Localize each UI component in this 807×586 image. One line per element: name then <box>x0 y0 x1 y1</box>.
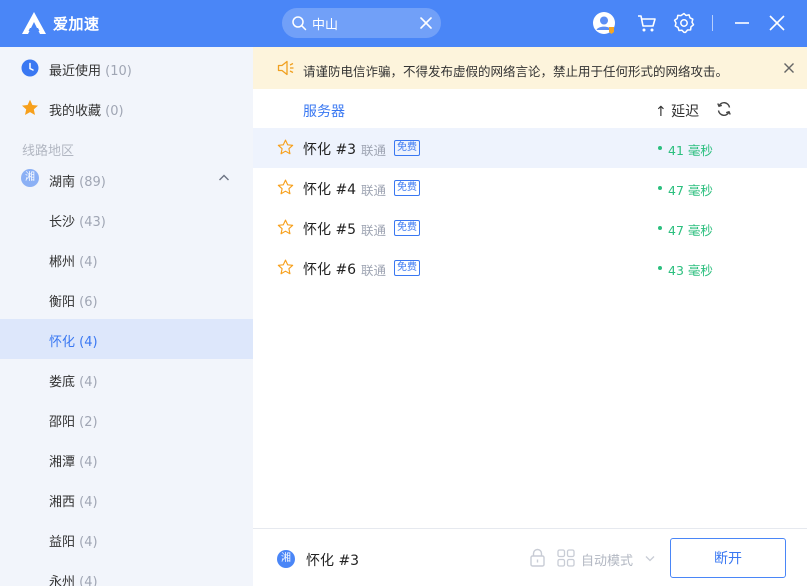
server-latency: 47 毫秒 <box>668 223 713 238</box>
latency-dot <box>658 146 662 150</box>
star-filled-icon <box>22 99 38 115</box>
server-isp: 联通 <box>361 223 387 238</box>
server-name: 怀化 #4 <box>303 182 357 198</box>
app-title: 爱加速 <box>53 15 100 33</box>
minimize-icon[interactable] <box>730 11 754 35</box>
star-outline-icon[interactable] <box>277 139 294 156</box>
gear-icon[interactable] <box>672 11 696 35</box>
free-tag: 免费 <box>394 140 420 156</box>
latency-dot <box>658 266 662 270</box>
lock-icon[interactable] <box>529 548 546 567</box>
star-outline-icon[interactable] <box>277 219 294 236</box>
disconnect-button[interactable]: 断开 <box>670 538 786 578</box>
column-header-server[interactable]: 服务器 <box>303 101 345 121</box>
app-window: 爱加速 中山 最近使用 (10) 我的收藏 (0) 线路地区 湘 湖南 (89)… <box>0 0 807 586</box>
sidebar-item-recent[interactable]: 最近使用 (10) <box>0 48 253 88</box>
free-tag: 免费 <box>394 180 420 196</box>
server-name: 怀化 #3 <box>303 142 357 158</box>
sidebar-item-city[interactable]: 益阳 (4) <box>0 519 253 559</box>
sidebar-item-region-hunan[interactable]: 湘 湖南 (89) <box>0 159 253 199</box>
free-tag: 免费 <box>394 260 420 276</box>
sidebar-item-city[interactable]: 长沙 (43) <box>0 199 253 239</box>
server-row[interactable]: 怀化 #3 联通 免费 41 毫秒 <box>253 128 807 168</box>
sidebar-item-city[interactable]: 娄底 (4) <box>0 359 253 399</box>
cart-icon[interactable] <box>635 11 659 35</box>
clock-icon <box>21 59 39 77</box>
sidebar-item-city[interactable]: 邵阳 (2) <box>0 399 253 439</box>
column-header-latency[interactable]: ↑ 延迟 <box>655 101 699 121</box>
sidebar-item-city[interactable]: 永州 (4) <box>0 559 253 586</box>
sidebar-item-label: 永州 (4) <box>49 575 98 586</box>
refresh-icon[interactable] <box>716 101 732 117</box>
server-row[interactable]: 怀化 #4 联通 免费 47 毫秒 <box>253 168 807 208</box>
chevron-down-icon[interactable] <box>645 555 655 562</box>
sidebar-item-city-selected[interactable]: 怀化 (4) <box>0 319 253 359</box>
star-outline-icon[interactable] <box>277 259 294 276</box>
sidebar-item-label: 娄底 (4) <box>49 375 98 390</box>
speaker-icon <box>277 60 294 76</box>
search-input[interactable] <box>312 12 412 34</box>
grid-mode-icon <box>557 549 575 567</box>
server-isp: 联通 <box>361 143 387 158</box>
sidebar-item-label: 我的收藏 (0) <box>49 104 124 119</box>
sidebar-item-label: 邵阳 (2) <box>49 415 98 430</box>
sidebar-item-label: 湘潭 (4) <box>49 455 98 470</box>
clear-search-icon[interactable] <box>419 16 433 30</box>
titlebar-separator <box>712 15 713 31</box>
notice-text: 请谨防电信诈骗，不得发布虚假的网络言论，禁止用于任何形式的网络攻击。 <box>303 64 729 79</box>
latency-dot <box>658 226 662 230</box>
server-name: 怀化 #5 <box>303 222 357 238</box>
chevron-up-icon[interactable] <box>218 173 230 183</box>
sidebar-item-label: 最近使用 (10) <box>49 64 132 79</box>
close-icon[interactable] <box>765 11 789 35</box>
search-icon <box>292 16 307 31</box>
close-notice-icon[interactable] <box>783 62 795 74</box>
user-avatar-icon[interactable] <box>592 11 616 35</box>
region-badge: 湘 <box>21 169 39 187</box>
mode-select[interactable]: 自动模式 <box>581 550 633 569</box>
sidebar-item-city[interactable]: 衡阳 (6) <box>0 279 253 319</box>
sidebar-item-label: 郴州 (4) <box>49 255 98 270</box>
server-isp: 联通 <box>361 263 387 278</box>
server-latency: 43 毫秒 <box>668 263 713 278</box>
current-server-name: 怀化 #3 <box>306 553 360 569</box>
main-panel: 请谨防电信诈骗，不得发布虚假的网络言论，禁止用于任何形式的网络攻击。 服务器 ↑… <box>253 47 807 586</box>
search-box[interactable] <box>282 8 441 38</box>
server-name: 怀化 #6 <box>303 262 357 278</box>
server-row[interactable]: 怀化 #5 联通 免费 47 毫秒 <box>253 208 807 248</box>
sidebar-item-favorites[interactable]: 我的收藏 (0) <box>0 88 253 128</box>
server-row[interactable]: 怀化 #6 联通 免费 43 毫秒 <box>253 248 807 288</box>
sidebar-item-label: 长沙 (43) <box>49 215 106 230</box>
connection-bar: 湘 怀化 #3 自动模式 断开 <box>253 528 807 586</box>
sidebar-item-city[interactable]: 湘潭 (4) <box>0 439 253 479</box>
sidebar: 最近使用 (10) 我的收藏 (0) 线路地区 湘 湖南 (89) 长沙 (43… <box>0 47 253 586</box>
current-region-badge: 湘 <box>277 550 295 568</box>
free-tag: 免费 <box>394 220 420 236</box>
sidebar-item-label: 衡阳 (6) <box>49 295 98 310</box>
sidebar-item-label: 益阳 (4) <box>49 535 98 550</box>
latency-dot <box>658 186 662 190</box>
sidebar-item-city[interactable]: 郴州 (4) <box>0 239 253 279</box>
app-logo-icon <box>22 12 46 34</box>
server-latency: 41 毫秒 <box>668 143 713 158</box>
sidebar-item-label: 怀化 (4) <box>49 335 98 350</box>
sidebar-item-label: 湖南 (89) <box>49 175 106 190</box>
sidebar-section-label: 线路地区 <box>22 144 75 159</box>
server-latency: 47 毫秒 <box>668 183 713 198</box>
server-isp: 联通 <box>361 183 387 198</box>
notice-bar: 请谨防电信诈骗，不得发布虚假的网络言论，禁止用于任何形式的网络攻击。 <box>253 47 807 89</box>
star-outline-icon[interactable] <box>277 179 294 196</box>
sidebar-item-city[interactable]: 湘西 (4) <box>0 479 253 519</box>
server-list-header: 服务器 ↑ 延迟 <box>253 89 807 129</box>
title-bar: 爱加速 <box>0 0 807 47</box>
sidebar-item-label: 湘西 (4) <box>49 495 98 510</box>
